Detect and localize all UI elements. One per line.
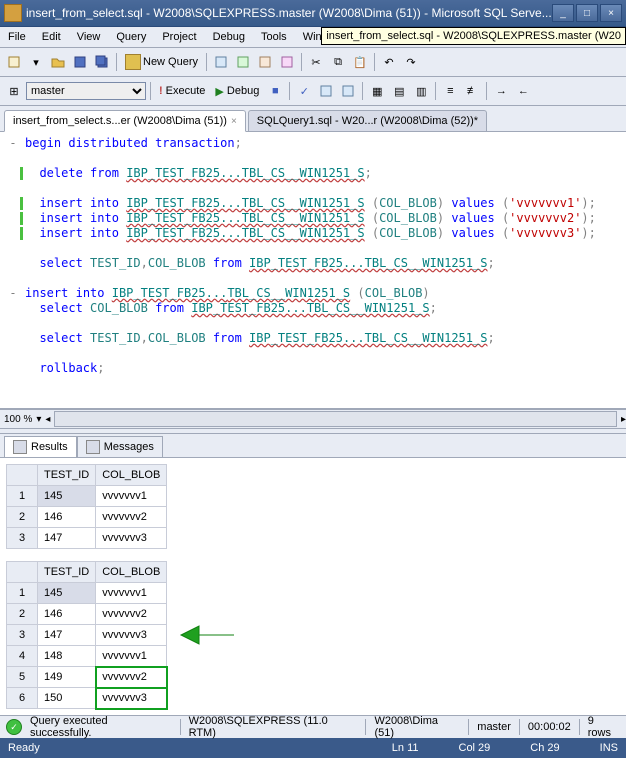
horizontal-scrollbar[interactable] [54, 411, 617, 427]
title-bar: insert_from_select.sql - W2008\SQLEXPRES… [0, 0, 626, 27]
save-icon[interactable] [70, 52, 90, 72]
table-row[interactable]: 2146vvvvvvv2 [7, 604, 167, 625]
code-editor[interactable]: -begin distributed transaction; delete f… [0, 132, 626, 409]
table-row[interactable]: 6150vvvvvvv3 [7, 688, 167, 709]
scroll-right-icon[interactable]: ▸ [621, 414, 626, 425]
uncomment-icon[interactable]: ≢ [462, 81, 482, 101]
new-query-icon [125, 54, 141, 70]
results-icon [13, 440, 27, 454]
play-icon: ▶ [215, 85, 223, 98]
tb-icon-2[interactable] [233, 52, 253, 72]
toolbar-sql: ⊞ master !Execute ▶Debug ■ ✓ ▦ ▤ ▥ ≡ ≢ →… [0, 77, 626, 106]
window-title: insert_from_select.sql - W2008\SQLEXPRES… [26, 6, 552, 20]
document-tabs: insert_from_select.s...er (W2008\Dima (5… [0, 106, 626, 132]
status-db: master [477, 721, 511, 733]
status-bar: ✓ Query executed successfully. W2008\SQL… [0, 715, 626, 738]
menu-project[interactable]: Project [160, 29, 198, 45]
database-select[interactable]: master [26, 82, 146, 100]
status-message: Query executed successfully. [30, 715, 172, 739]
result-grid-2[interactable]: TEST_IDCOL_BLOB1145vvvvvvv12146vvvvvvv23… [6, 561, 167, 709]
close-button[interactable]: × [600, 4, 622, 22]
messages-icon [86, 440, 100, 454]
status-ready: Ready [8, 742, 40, 754]
comment-icon[interactable]: ≡ [440, 81, 460, 101]
redo-icon[interactable]: ↷ [401, 52, 421, 72]
success-icon: ✓ [6, 719, 22, 735]
menu-debug[interactable]: Debug [211, 29, 247, 45]
status-ins: INS [600, 742, 618, 754]
undo-icon[interactable]: ↶ [379, 52, 399, 72]
zoom-dropdown-icon[interactable]: ▾ [36, 414, 41, 425]
app-icon [4, 4, 22, 22]
menu-bar: File Edit View Query Project Debug Tools… [0, 27, 626, 48]
results-pane: TEST_IDCOL_BLOB1145vvvvvvv12146vvvvvvv23… [0, 458, 626, 715]
close-tab-icon[interactable]: × [231, 116, 237, 127]
parse-icon[interactable]: ✓ [294, 81, 314, 101]
status-user: W2008\Dima (51) [374, 715, 460, 739]
tb2-icon-3[interactable] [316, 81, 336, 101]
column-header[interactable]: COL_BLOB [96, 562, 167, 583]
copy-icon[interactable]: ⧉ [328, 52, 348, 72]
tb-icon-4[interactable] [277, 52, 297, 72]
restore-button[interactable]: □ [576, 4, 598, 22]
execute-icon: ! [159, 85, 163, 97]
menu-tools[interactable]: Tools [259, 29, 289, 45]
table-row[interactable]: 5149vvvvvvv2 [7, 667, 167, 688]
column-header[interactable]: TEST_ID [38, 465, 96, 486]
table-row[interactable]: 3147vvvvvvv3 [7, 528, 167, 549]
results-file-icon[interactable]: ▥ [411, 81, 431, 101]
menu-view[interactable]: View [75, 29, 103, 45]
tb2-icon-4[interactable] [338, 81, 358, 101]
new-query-button[interactable]: New Query [121, 54, 202, 70]
table-row[interactable]: 2146vvvvvvv2 [7, 507, 167, 528]
menu-file[interactable]: File [6, 29, 28, 45]
status-line: Ln 11 [392, 742, 419, 754]
status-ch: Ch 29 [530, 742, 559, 754]
result-grid-1[interactable]: TEST_IDCOL_BLOB1145vvvvvvv12146vvvvvvv23… [6, 464, 167, 549]
annotation-arrow-icon [179, 620, 239, 650]
open-icon[interactable] [48, 52, 68, 72]
debug-button[interactable]: ▶Debug [211, 85, 263, 98]
execute-button[interactable]: !Execute [155, 85, 209, 97]
tb-icon-1[interactable] [211, 52, 231, 72]
zoom-level[interactable]: 100 % [4, 414, 32, 425]
menu-query[interactable]: Query [114, 29, 148, 45]
results-text-icon[interactable]: ▤ [389, 81, 409, 101]
tab-results[interactable]: Results [4, 436, 77, 457]
status-server: W2008\SQLEXPRESS (11.0 RTM) [189, 715, 358, 739]
table-row[interactable]: 1145vvvvvvv1 [7, 583, 167, 604]
status-rows: 9 rows [588, 715, 620, 739]
status-time: 00:00:02 [528, 721, 571, 733]
tab-messages[interactable]: Messages [77, 436, 163, 457]
tooltip: insert_from_select.sql - W2008\SQLEXPRES… [321, 27, 626, 45]
table-row[interactable]: 1145vvvvvvv1 [7, 486, 167, 507]
status-col: Col 29 [459, 742, 491, 754]
result-tabs: Results Messages [0, 434, 626, 458]
document-tab[interactable]: insert_from_select.s...er (W2008\Dima (5… [4, 110, 246, 132]
paste-icon[interactable]: 📋 [350, 52, 370, 72]
results-grid-icon[interactable]: ▦ [367, 81, 387, 101]
table-row[interactable]: 4148vvvvvvv1 [7, 646, 167, 667]
minimize-button[interactable]: _ [552, 4, 574, 22]
tb2-icon-1[interactable]: ⊞ [4, 81, 24, 101]
cut-icon[interactable]: ✂ [306, 52, 326, 72]
document-tab[interactable]: SQLQuery1.sql - W20...r (W2008\Dima (52)… [248, 110, 487, 131]
stop-icon[interactable]: ■ [265, 81, 285, 101]
save-all-icon[interactable] [92, 52, 112, 72]
scroll-left-icon[interactable]: ◂ [45, 414, 50, 425]
new-project-icon[interactable] [4, 52, 24, 72]
column-header[interactable]: TEST_ID [38, 562, 96, 583]
indent-icon[interactable]: → [491, 81, 511, 101]
toolbar-main: ▾ New Query ✂ ⧉ 📋 ↶ ↷ [0, 48, 626, 77]
menu-edit[interactable]: Edit [40, 29, 63, 45]
dropdown-icon[interactable]: ▾ [26, 52, 46, 72]
editor-zoom-bar: 100 % ▾ ◂ ▸ [0, 409, 626, 429]
tb-icon-3[interactable] [255, 52, 275, 72]
column-header[interactable]: COL_BLOB [96, 465, 167, 486]
ide-status-bar: Ready Ln 11 Col 29 Ch 29 INS [0, 738, 626, 758]
table-row[interactable]: 3147vvvvvvv3 [7, 625, 167, 646]
outdent-icon[interactable]: ← [513, 81, 533, 101]
